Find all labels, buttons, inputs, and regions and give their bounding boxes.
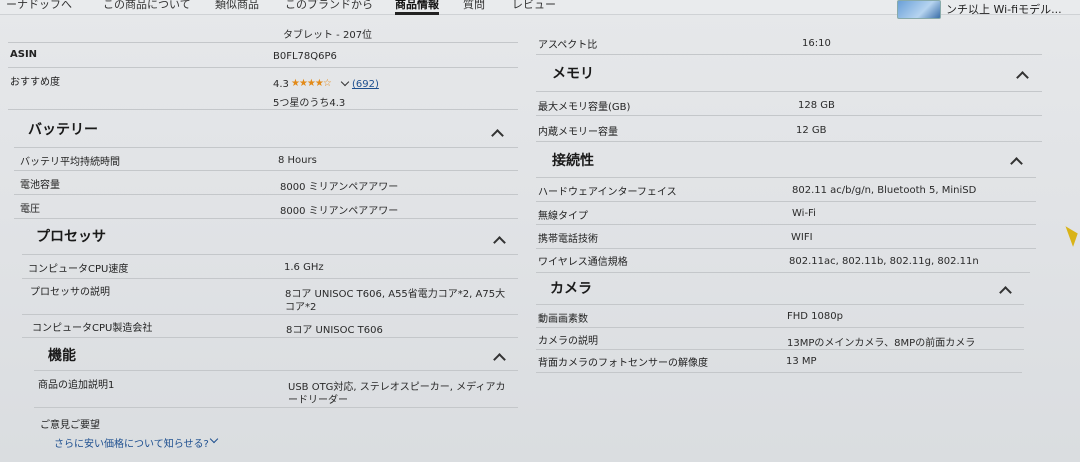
memory-section-header[interactable]: メモリ bbox=[552, 63, 594, 83]
chevron-up-icon[interactable] bbox=[493, 236, 506, 249]
star-rating-icon[interactable]: ★★★★☆ bbox=[291, 78, 332, 89]
chevron-up-icon[interactable] bbox=[491, 129, 504, 142]
chevron-down-icon[interactable] bbox=[340, 77, 350, 87]
camera-section-header[interactable]: カメラ bbox=[550, 278, 592, 298]
chevron-down-icon[interactable] bbox=[209, 434, 219, 444]
chevron-up-icon[interactable] bbox=[1016, 71, 1029, 84]
chevron-up-icon[interactable] bbox=[493, 353, 506, 366]
spec-label: アスペクト比 bbox=[538, 40, 598, 51]
spec-label: 最大メモリ容量(GB) bbox=[538, 102, 631, 113]
nav-item-product-info[interactable]: 商品情報 bbox=[395, 0, 439, 15]
nav-item-similar[interactable]: 類似商品 bbox=[215, 0, 259, 12]
spec-value-continued: ードリーダー bbox=[288, 395, 348, 406]
promo-thumbnail[interactable] bbox=[897, 0, 941, 19]
spec-label: 内蔵メモリー容量 bbox=[538, 127, 618, 138]
nav-item-brand[interactable]: このブランドから bbox=[285, 0, 373, 12]
price-alert-link[interactable]: さらに安い価格について知らせる? bbox=[54, 435, 209, 450]
ranking-text: タブレット - 207位 bbox=[283, 30, 373, 41]
connectivity-section-header[interactable]: 接続性 bbox=[552, 150, 594, 170]
spec-value: 8コア UNISOC T606, A55省電力コア*2, A75大 bbox=[285, 289, 506, 300]
nav-item-top[interactable]: ーナドッフへ bbox=[6, 0, 72, 12]
asin-value: B0FL78Q6P6 bbox=[273, 51, 337, 62]
battery-section-header[interactable]: バッテリー bbox=[28, 119, 98, 139]
asin-label: ASIN bbox=[10, 49, 38, 60]
spec-label: ハードウェアインターフェイス bbox=[538, 187, 677, 198]
nav-item-reviews[interactable]: レビュー bbox=[512, 0, 556, 12]
spec-label: ワイヤレス通信規格 bbox=[538, 257, 628, 268]
rating-sub-text: 5つ星のうち4.3 bbox=[273, 98, 346, 109]
spec-label: 無線タイプ bbox=[538, 211, 588, 222]
nav-item-about[interactable]: この商品について bbox=[103, 0, 191, 12]
spec-value: 8コア UNISOC T606 bbox=[286, 325, 383, 336]
spec-value: 13 MP bbox=[786, 356, 817, 367]
feedback-link[interactable]: ご意見ご要望 bbox=[40, 416, 100, 431]
rating-label: おすすめ度 bbox=[10, 77, 60, 88]
spec-value-continued: コア*2 bbox=[285, 302, 317, 313]
rating-count-link[interactable]: (692) bbox=[352, 79, 379, 90]
processor-section-header[interactable]: プロセッサ bbox=[36, 226, 106, 246]
nav-item-questions[interactable]: 質問 bbox=[463, 0, 485, 12]
spec-label: カメラの説明 bbox=[538, 336, 598, 347]
spec-label: 動画画素数 bbox=[538, 314, 588, 325]
spec-value: 802.11ac, 802.11b, 802.11g, 802.11n bbox=[789, 256, 979, 267]
spec-label: 電圧 bbox=[20, 204, 40, 215]
product-details-screen: ーナドッフへ この商品について 類似商品 このブランドから 商品情報 質問 レビ… bbox=[0, 0, 1080, 462]
spec-value: 8000 ミリアンペアアワー bbox=[280, 182, 399, 193]
spec-value: 12 GB bbox=[796, 125, 827, 136]
product-nav-bar: ーナドッフへ この商品について 類似商品 このブランドから 商品情報 質問 レビ… bbox=[0, 0, 1080, 19]
spec-value: Wi-Fi bbox=[792, 208, 816, 219]
spec-value: 13MPのメインカメラ、8MPの前面カメラ bbox=[787, 338, 976, 349]
chevron-up-icon[interactable] bbox=[1010, 157, 1023, 170]
spec-label: 商品の追加説明1 bbox=[38, 380, 115, 391]
spec-value: WIFI bbox=[791, 232, 813, 243]
spec-value: 802.11 ac/b/g/n, Bluetooth 5, MiniSD bbox=[792, 185, 977, 196]
promo-text[interactable]: ンチ以上 Wi-fiモデル... bbox=[946, 1, 1062, 17]
spec-label: コンピュータCPU速度 bbox=[28, 264, 129, 275]
spec-label: コンピュータCPU製造会社 bbox=[32, 323, 153, 334]
spec-label: 背面カメラのフォトセンサーの解像度 bbox=[538, 358, 708, 369]
spec-label: 電池容量 bbox=[20, 180, 60, 191]
spec-value: 8000 ミリアンペアアワー bbox=[280, 206, 399, 217]
spec-value: 16:10 bbox=[802, 38, 831, 49]
spec-label: 携帯電話技術 bbox=[538, 234, 598, 245]
mouse-cursor-icon bbox=[1065, 223, 1080, 247]
spec-value: 8 Hours bbox=[278, 155, 317, 166]
chevron-up-icon[interactable] bbox=[999, 286, 1012, 299]
spec-value: 1.6 GHz bbox=[284, 262, 324, 273]
spec-value: 128 GB bbox=[798, 100, 835, 111]
features-section-header[interactable]: 機能 bbox=[48, 345, 76, 365]
rating-value: 4.3 bbox=[273, 79, 289, 90]
spec-value: FHD 1080p bbox=[787, 311, 843, 322]
spec-label: バッテリ平均持続時間 bbox=[20, 157, 120, 168]
spec-label: プロセッサの説明 bbox=[30, 287, 110, 298]
